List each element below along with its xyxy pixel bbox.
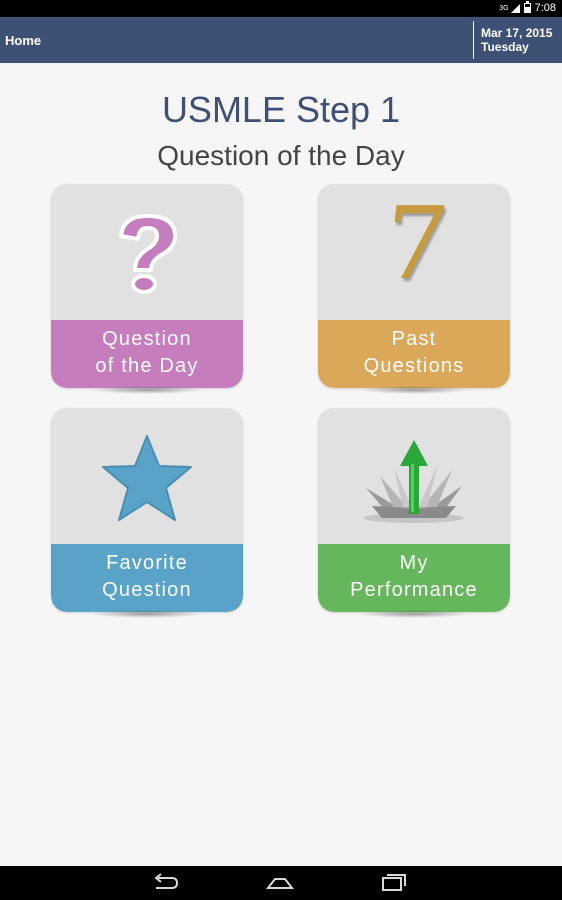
tile-label-line2: Question [102,579,192,601]
favorite-question-button[interactable]: Favorite Question [51,408,243,618]
status-bar: 3G 7:08 [0,0,562,17]
number-seven-icon: 7 [376,185,456,302]
page-title: USMLE Step 1 [161,89,401,130]
tile-label: Favorite Question [51,550,243,604]
question-mark-icon [113,212,185,301]
tile-label-line1: Question [102,328,192,350]
tile-shadow [91,386,203,394]
question-of-the-day-button[interactable]: Question of the Day [51,184,243,394]
tile-label: Past Questions [318,326,510,380]
tile-label: My Performance [318,550,510,604]
tile-label-line2: Questions [363,355,465,377]
network-type-label: 3G [499,4,509,12]
battery-icon [523,1,531,13]
tile-label-line2: Performance [350,579,478,601]
home-link[interactable]: Home [5,33,41,48]
tile-label-line1: Past [391,328,437,350]
recent-apps-icon[interactable] [379,872,409,899]
tile-card: My Performance [318,408,510,612]
tile-shadow [358,386,470,394]
home-icon[interactable] [265,872,295,899]
page-subtitle: Question of the Day [157,140,405,171]
date-display: Mar 17, 2015 Tuesday [481,26,552,54]
date-text: Mar 17, 2015 [481,26,553,40]
tile-card: 7 Past Questions [318,184,510,388]
past-questions-button[interactable]: 7 Past Questions [318,184,510,394]
tile-label-line1: My [399,552,429,574]
my-performance-button[interactable]: My Performance [318,408,510,618]
status-time: 7:08 [534,2,556,14]
status-icons: 3G 7:08 [499,1,556,14]
tile-shadow [91,610,203,618]
tile-card: Question of the Day [51,184,243,388]
weekday-text: Tuesday [481,40,529,54]
tile-label-line2: of the Day [95,355,199,377]
number-seven-glyph: 7 [378,185,455,302]
tile-label-line1: Favorite [106,552,188,574]
action-bar-divider [473,21,474,59]
tile-label: Question of the Day [51,326,243,380]
back-icon[interactable] [150,872,180,899]
tile-shadow [358,610,470,618]
action-bar: Home Mar 17, 2015 Tuesday [0,17,562,63]
star-icon [99,432,195,529]
navigation-bar [0,866,562,900]
signal-icon [510,3,520,13]
growth-arrow-icon [360,436,468,529]
tile-card: Favorite Question [51,408,243,612]
